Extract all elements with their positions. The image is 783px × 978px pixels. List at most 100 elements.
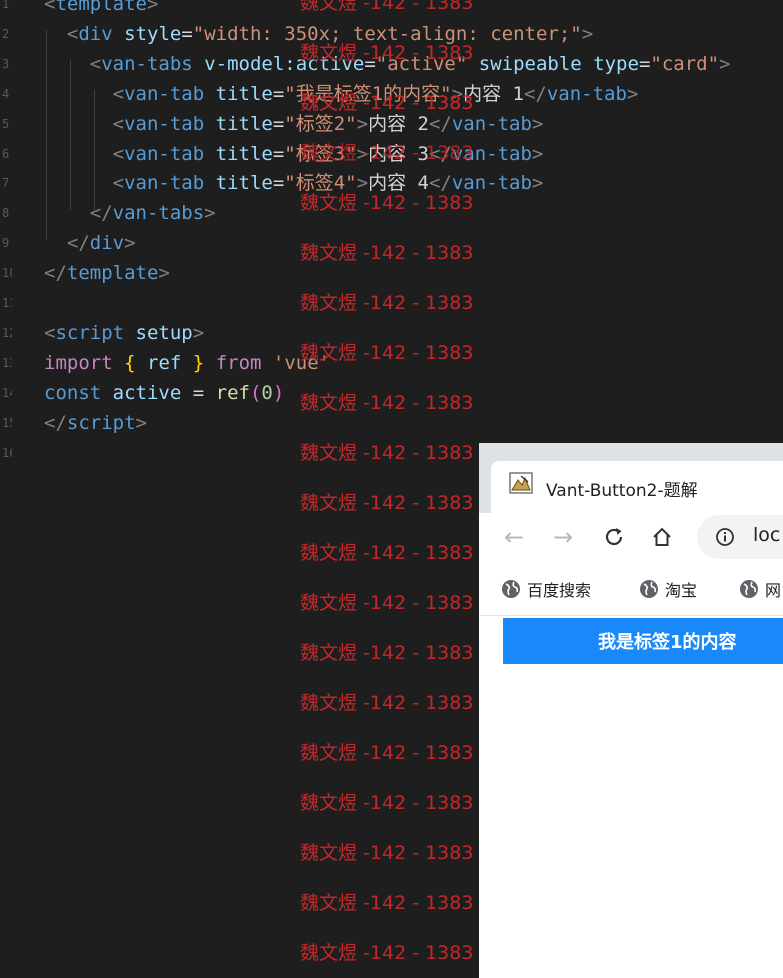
reload-icon [605,528,623,546]
code-token: = [272,172,285,195]
code-token: > [356,142,369,165]
globe-icon [502,580,520,598]
home-button[interactable] [647,522,677,552]
code-token: van-tab [124,142,205,165]
code-token: > [581,22,594,45]
browser-window[interactable]: Vant-Button2-题解 ← → loc 百度搜索 淘宝 网 我是标签1的… [479,443,783,978]
code-token: { [124,351,136,374]
code-token: = [272,82,285,105]
code-token: title [215,172,273,195]
code-token: > [531,142,544,165]
code-token: </ [428,172,452,195]
code-token: 'vue' [272,351,331,374]
line-number: 11 [2,296,12,310]
code-token: swipeable [478,52,582,75]
bookmark-label: 百度搜索 [527,581,592,600]
code-token: "我是标签1的内容" [284,82,452,105]
browser-titlebar: Vant-Button2-题解 [479,443,783,513]
code-token: title [215,112,273,135]
code-token: style [124,22,182,45]
code-line[interactable]: <van-tab title="标签2">内容 2</van-tab> [44,109,544,139]
code-token: van-tab [451,112,532,135]
bookmarks-bar: 百度搜索 淘宝 网 [479,563,783,616]
van-tab-active[interactable]: 我是标签1的内容 [503,618,783,664]
code-token: type [593,52,639,75]
globe-icon [640,580,658,598]
line-number: 9 [2,236,10,251]
code-line[interactable]: </script> [44,408,147,438]
code-token: > [146,0,159,15]
bookmark-label: 淘宝 [665,581,698,600]
code-token: > [356,112,369,135]
code-token: > [158,262,170,285]
code-token: van-tabs [112,202,205,225]
code-line[interactable]: </template> [44,258,170,288]
back-button[interactable]: ← [499,522,529,552]
line-number-gutter: 12345678910111213141516 [0,0,14,978]
code-line[interactable]: <van-tab title="标签4">内容 4</van-tab> [44,168,544,198]
code-line[interactable]: import { ref } from 'vue' [44,348,330,378]
code-token: 内容 2 [368,112,429,135]
browser-toolbar: ← → loc [479,513,783,563]
line-number: 10 [2,266,12,281]
code-token: template [55,0,147,15]
code-token: template [66,262,159,285]
code-token: van-tab [546,82,627,105]
code-token: < [44,0,56,15]
globe-icon [740,580,758,598]
line-number: 1 [2,0,10,11]
code-token: = [364,52,376,75]
code-token: > [451,82,464,105]
address-bar[interactable]: loc [697,515,783,559]
code-token: </ [66,232,90,255]
address-bar-url: loc [753,524,781,546]
code-token: ( [249,381,262,404]
code-token: van-tabs [101,52,193,75]
code-line[interactable]: </div> [44,228,136,258]
code-line[interactable]: <van-tabs v-model:active="active" swipea… [44,49,731,79]
code-token: < [44,321,56,344]
code-line[interactable]: const active = ref(0) [44,378,284,408]
line-number: 6 [2,146,10,161]
bookmark-third[interactable]: 网 [739,577,781,601]
code-token: = [181,22,193,45]
code-token: 内容 1 [463,82,524,105]
code-line[interactable]: <van-tab title="我是标签1的内容">内容 1</van-tab> [44,79,639,109]
code-token: < [89,52,102,75]
code-token: </ [44,411,67,434]
forward-button[interactable]: → [548,522,578,552]
code-line[interactable]: <div style="width: 350x; text-align: cen… [44,19,593,49]
code-line[interactable]: <template> [44,0,158,19]
line-number: 12 [2,325,12,340]
browser-tab[interactable]: Vant-Button2-题解 [491,461,783,513]
bookmark-baidu[interactable]: 百度搜索 [501,577,591,601]
code-token: > [356,172,369,195]
code-token: 内容 3 [368,142,429,165]
code-token: van-tab [124,112,205,135]
code-token: < [112,82,125,105]
line-number: 2 [2,26,10,41]
code-line[interactable]: <script setup> [44,318,204,348]
code-line[interactable]: <van-tab title="标签3">内容 3</van-tab> [44,139,544,169]
reload-button[interactable] [599,522,629,552]
code-line[interactable]: </van-tabs> [44,198,216,228]
bookmark-taobao[interactable]: 淘宝 [639,577,697,601]
code-token: "width: 350x; text-align: center;" [192,22,582,45]
tab-title: Vant-Button2-题解 [546,481,698,501]
